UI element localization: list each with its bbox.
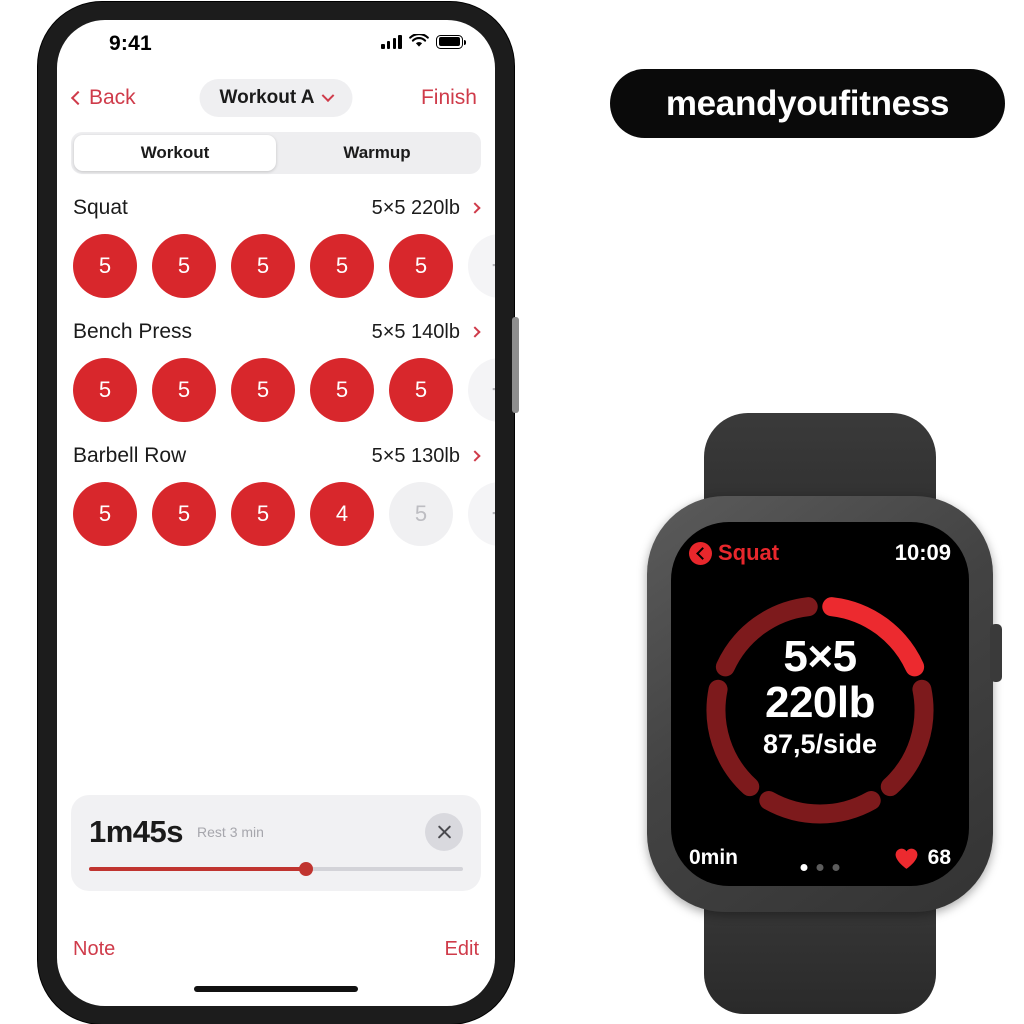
brand-logo-badge: meandyoufitness [610,69,1005,138]
watch-top-bar: Squat 10:09 [689,540,951,566]
chevron-left-icon [70,90,86,106]
add-set-button[interactable]: + [468,482,495,546]
set-circle[interactable]: 5 [310,234,374,298]
rest-timer-card: 1m45s Rest 3 min [71,795,481,891]
edit-button[interactable]: Edit [445,938,479,961]
wifi-icon [409,34,429,47]
set-circle[interactable]: 5 [152,234,216,298]
phone-screen: 9:41 Back Workout A Finish Workout Warmu… [57,20,495,1006]
set-row: 5 5 5 5 5 + [57,220,495,298]
add-set-button[interactable]: + [468,234,495,298]
rest-timer-remaining: 1m45s [89,814,184,849]
add-set-button[interactable]: + [468,358,495,422]
set-circle[interactable]: 5 [231,234,295,298]
set-circle-pending[interactable]: 5 [389,482,453,546]
finish-button[interactable]: Finish [421,86,477,110]
exercise-name: Bench Press [73,320,193,343]
watch-bottom-bar: 0min 68 [689,846,951,871]
exercise-squat: Squat 5×5 220lb 5 5 5 5 5 + [57,196,495,298]
workout-title-dropdown[interactable]: Workout A [199,79,353,117]
back-circle-icon [689,541,712,565]
workout-title-label: Workout A [219,87,315,108]
watch-reps: 5×5 [783,632,857,681]
chevron-right-icon [469,450,481,462]
exercise-name: Squat [73,196,128,219]
watch-back-button[interactable]: Squat [689,540,779,566]
page-dot[interactable] [800,864,808,871]
page-dot[interactable] [832,864,840,871]
chevron-right-icon [469,326,481,338]
set-circle[interactable]: 5 [152,358,216,422]
exercise-header[interactable]: Bench Press 5×5 140lb [57,320,495,344]
watch-per-side: 87,5/side [762,728,878,759]
iphone-mockup: 9:41 Back Workout A Finish Workout Warmu… [38,2,519,1024]
cellular-bars-icon [381,34,402,49]
set-circle[interactable]: 5 [73,482,137,546]
exercise-barbell-row: Barbell Row 5×5 130lb 5 5 5 4 5 + [57,444,495,546]
rest-timer-slider[interactable] [89,862,463,876]
heart-icon [895,848,918,869]
tab-segmented-control: Workout Warmup [71,132,481,174]
page-dot[interactable] [816,864,824,871]
exercise-bench-press: Bench Press 5×5 140lb 5 5 5 5 5 + [57,320,495,422]
set-row: 5 5 5 5 5 + [57,344,495,422]
navigation-bar: Back Workout A Finish [57,70,495,126]
watch-center-stack: 5×5 220lb 87,5/side [671,634,969,760]
watch-page-dots[interactable] [800,864,840,871]
watch-time: 10:09 [894,540,951,565]
watch-heart-rate-value: 68 [927,846,951,869]
rest-timer-progress [89,867,306,871]
set-circle[interactable]: 5 [389,234,453,298]
back-button[interactable]: Back [70,86,136,110]
bottom-actions: Note Edit [73,938,479,961]
set-circle[interactable]: 5 [152,482,216,546]
set-circle[interactable]: 5 [231,358,295,422]
brand-logo-text: meandyoufitness [665,83,950,123]
watch-elapsed: 0min [689,846,739,869]
set-circle[interactable]: 5 [73,358,137,422]
rest-timer-label: Rest 3 min [197,824,264,840]
status-bar: 9:41 [57,20,495,70]
phone-side-button[interactable] [512,317,519,413]
home-indicator[interactable] [194,986,358,992]
tab-workout[interactable]: Workout [74,135,276,171]
watch-side-button[interactable] [990,624,1002,682]
set-circle[interactable]: 5 [231,482,295,546]
set-circle[interactable]: 5 [310,358,374,422]
exercise-header[interactable]: Barbell Row 5×5 130lb [57,444,495,468]
chevron-right-icon [469,202,481,214]
ring-segment [759,791,881,824]
close-icon[interactable] [425,813,463,851]
exercise-meta: 5×5 140lb [371,320,460,343]
chevron-down-icon [321,88,335,102]
note-button[interactable]: Note [73,938,115,961]
exercise-list: Squat 5×5 220lb 5 5 5 5 5 + [57,196,495,546]
watch-weight: 220lb [764,677,876,727]
back-button-label: Back [89,86,136,109]
set-circle[interactable]: 5 [73,234,137,298]
exercise-header[interactable]: Squat 5×5 220lb [57,196,495,220]
watch-body: Squat 10:09 5×5 220lb 87,5/side 0min 68 [647,496,1002,912]
apple-watch-mockup: Squat 10:09 5×5 220lb 87,5/side 0min 68 [620,400,1020,1024]
status-time: 9:41 [109,32,152,55]
rest-timer-thumb[interactable] [298,862,313,876]
set-circle[interactable]: 4 [310,482,374,546]
exercise-meta: 5×5 220lb [371,196,460,219]
exercise-meta: 5×5 130lb [371,444,460,467]
status-icons [381,34,466,49]
watch-back-label: Squat [718,540,780,565]
tab-warmup[interactable]: Warmup [276,135,478,171]
watch-screen: Squat 10:09 5×5 220lb 87,5/side 0min 68 [671,522,969,886]
watch-heart-rate: 68 [894,846,951,870]
set-circle[interactable]: 5 [389,358,453,422]
set-row: 5 5 5 4 5 + [57,468,495,546]
exercise-name: Barbell Row [73,444,187,467]
battery-full-icon [436,34,466,49]
